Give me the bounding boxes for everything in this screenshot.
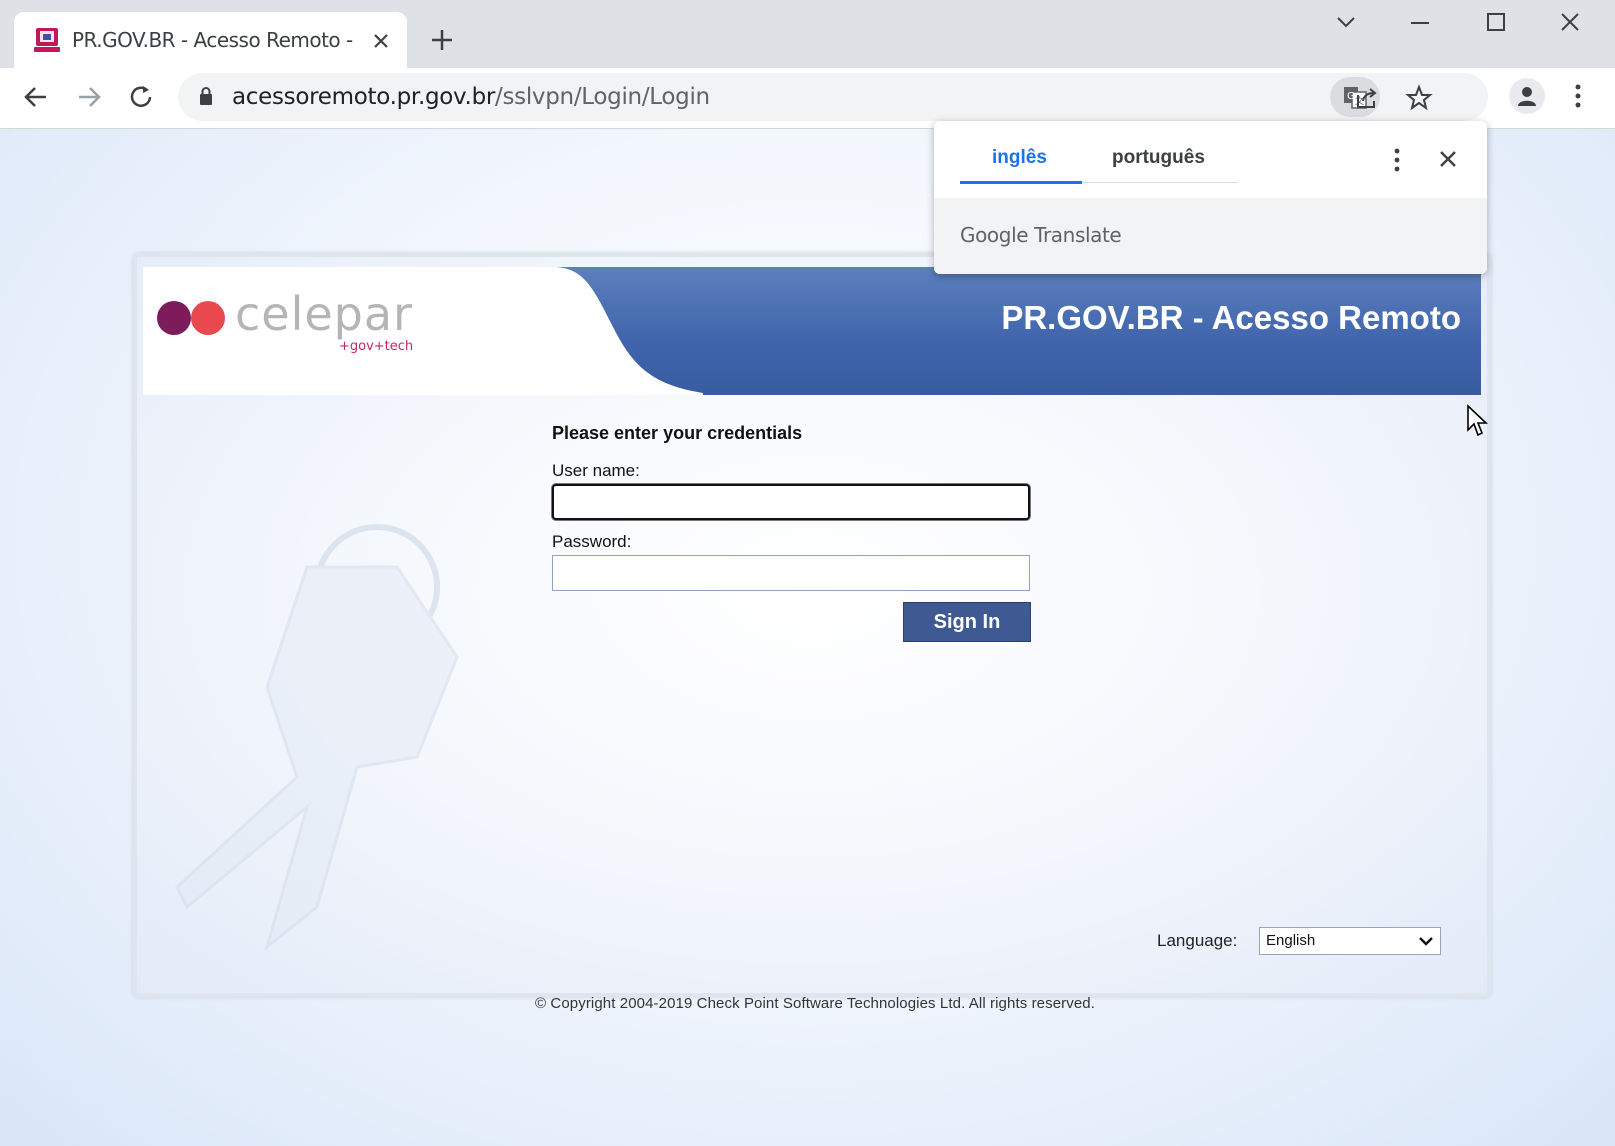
language-selected-value: English (1266, 932, 1316, 949)
bookmark-star-icon[interactable] (1404, 83, 1434, 113)
close-icon[interactable] (1438, 149, 1458, 169)
active-tab-indicator (960, 181, 1082, 184)
minimize-icon[interactable] (1400, 10, 1440, 36)
logo-tagline: +gov+tech (339, 339, 414, 354)
language-label: Language: (1157, 931, 1238, 950)
close-tab-icon[interactable] (370, 30, 392, 52)
translate-footer: Google Translate (934, 198, 1487, 274)
lock-icon[interactable] (198, 86, 214, 106)
sign-in-button[interactable]: Sign In (903, 602, 1031, 642)
google-translate-brand: Google Translate (960, 223, 1122, 247)
back-arrow-icon[interactable] (21, 82, 51, 112)
share-icon[interactable] (1352, 83, 1382, 113)
browser-tab[interactable]: PR.GOV.BR - Acesso Remoto - Si (14, 12, 407, 68)
chevron-down-icon (1419, 937, 1433, 946)
language-select[interactable]: English (1259, 927, 1441, 955)
username-input[interactable] (552, 484, 1030, 520)
tab-divider (1082, 182, 1238, 183)
page-content: celepar +gov+tech PR.GOV.BR - Acesso Rem… (0, 129, 1615, 1146)
password-input[interactable] (552, 555, 1030, 591)
login-panel: celepar +gov+tech PR.GOV.BR - Acesso Rem… (133, 253, 1491, 997)
browser-menu-icon[interactable] (1568, 80, 1588, 112)
password-label: Password: (552, 532, 632, 551)
tab-strip: PR.GOV.BR - Acesso Remoto - Si (0, 0, 1615, 68)
url-host: acessoremoto.pr.gov.br (232, 84, 496, 110)
logo-dot-red (191, 301, 225, 335)
celepar-logo: celepar (235, 287, 413, 341)
person-icon (1518, 87, 1536, 106)
header-banner: celepar +gov+tech PR.GOV.BR - Acesso Rem… (143, 267, 1481, 395)
translate-popup: inglês português Google Translate (934, 121, 1487, 274)
key-watermark-icon (175, 524, 459, 952)
username-label: User name: (552, 461, 640, 480)
browser-toolbar: acessoremoto.pr.gov.br/sslvpn/Login/Logi… (0, 68, 1615, 129)
tab-portugues[interactable]: português (1112, 147, 1205, 169)
page-title: PR.GOV.BR - Acesso Remoto (1001, 299, 1461, 336)
translate-product-text: Translate (1034, 223, 1122, 247)
reload-icon[interactable] (126, 82, 156, 112)
translate-options-icon[interactable] (1392, 146, 1402, 174)
logo-dot-purple (157, 301, 191, 335)
new-tab-icon[interactable] (428, 26, 456, 54)
forward-arrow-icon[interactable] (74, 82, 104, 112)
mouse-cursor-icon (1467, 404, 1488, 437)
maximize-icon[interactable] (1476, 10, 1516, 36)
google-brand-text: Google (960, 223, 1029, 247)
logo-backdrop (143, 267, 703, 395)
tab-ingles[interactable]: inglês (992, 147, 1047, 169)
form-heading: Please enter your credentials (552, 423, 803, 443)
copyright-text: © Copyright 2004-2019 Check Point Softwa… (534, 995, 1096, 1012)
url-path: /sslvpn/Login/Login (495, 84, 710, 110)
url-text: acessoremoto.pr.gov.br/sslvpn/Login/Logi… (232, 84, 710, 110)
address-bar[interactable]: acessoremoto.pr.gov.br/sslvpn/Login/Logi… (178, 73, 1488, 121)
profile-avatar[interactable] (1509, 78, 1545, 114)
tab-title: PR.GOV.BR - Acesso Remoto - Si (72, 28, 354, 52)
tab-search-chevron-icon[interactable] (1326, 10, 1366, 36)
close-window-icon[interactable] (1550, 10, 1590, 36)
vpn-favicon-icon (34, 28, 60, 52)
